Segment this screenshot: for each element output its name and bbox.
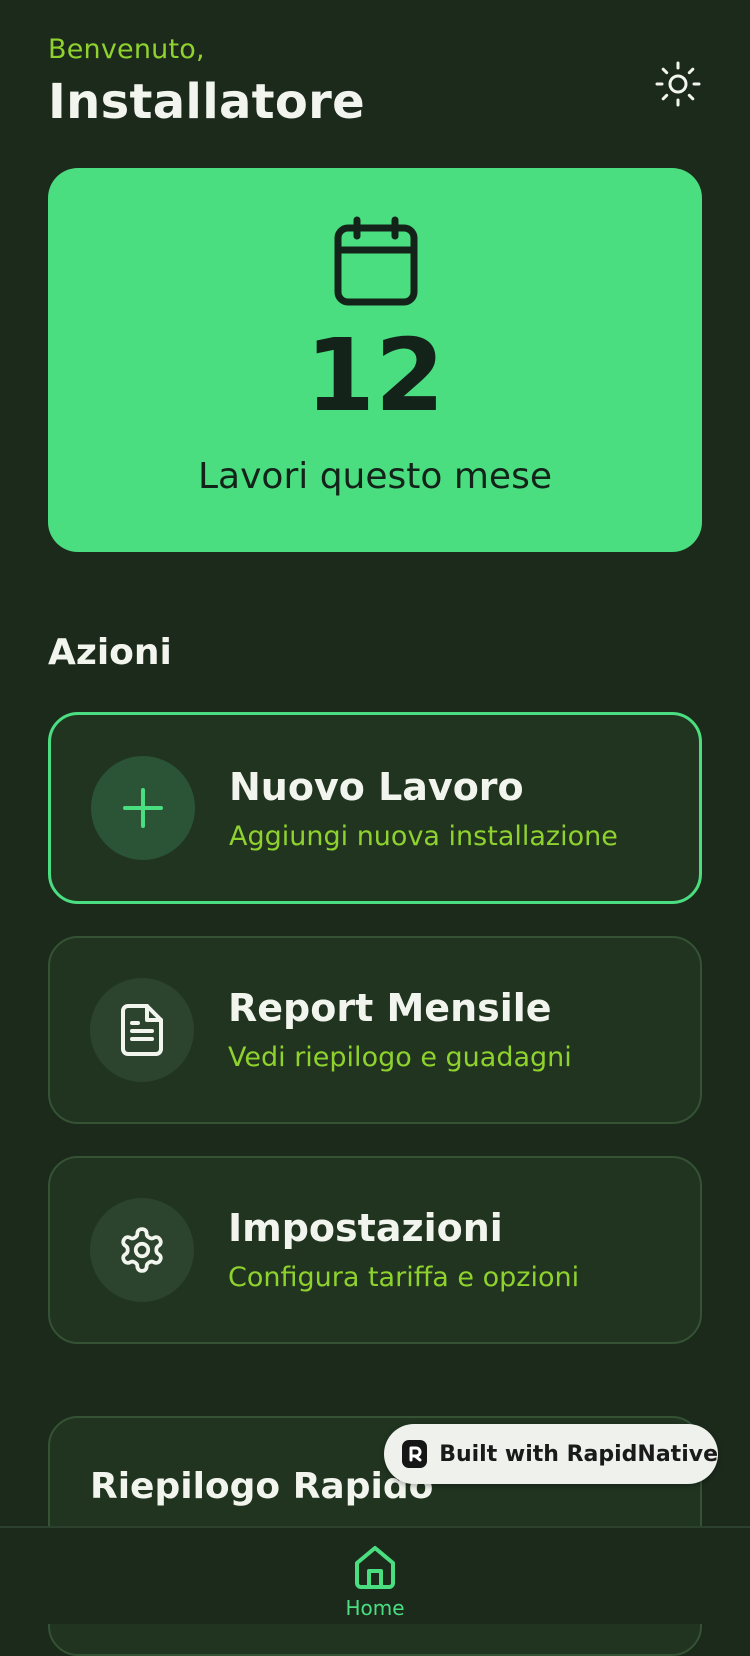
settings-title: Impostazioni <box>228 1206 503 1250</box>
calendar-icon <box>334 216 418 306</box>
rapidnative-badge-label: Built with RapidNative <box>439 1441 718 1467</box>
new-job-subtitle: Aggiungi nuova installazione <box>229 821 618 852</box>
actions-section-title: Azioni <box>48 632 172 673</box>
monthly-report-card[interactable]: Report Mensile Vedi riepilogo e guadagni <box>48 936 702 1124</box>
document-icon <box>121 1004 163 1056</box>
settings-subtitle: Configura tariffa e opzioni <box>228 1262 580 1293</box>
new-job-icon-circle <box>91 756 195 860</box>
monthly-report-subtitle: Vedi riepilogo e guadagni <box>228 1042 572 1073</box>
home-icon <box>355 1546 395 1589</box>
theme-toggle-button[interactable] <box>654 60 702 108</box>
gear-icon <box>121 1227 163 1273</box>
rapidnative-logo-icon <box>402 1440 428 1468</box>
quick-summary-title: Riepilogo Rapido <box>90 1466 434 1507</box>
new-job-card[interactable]: Nuovo Lavoro Aggiungi nuova installazion… <box>48 712 702 904</box>
sun-icon <box>655 61 701 107</box>
rapidnative-badge[interactable]: Built with RapidNative <box>384 1424 718 1484</box>
nav-home-tab[interactable]: Home <box>325 1528 425 1626</box>
new-job-title: Nuovo Lavoro <box>229 765 524 809</box>
page-title: Installatore <box>48 74 365 130</box>
welcome-text: Benvenuto, <box>48 34 205 65</box>
plus-icon <box>123 788 163 828</box>
settings-icon-circle <box>90 1198 194 1302</box>
jobs-count-label: Lavori questo mese <box>198 456 552 497</box>
monthly-report-title: Report Mensile <box>228 986 552 1030</box>
monthly-report-icon-circle <box>90 978 194 1082</box>
nav-home-label: Home <box>345 1596 405 1620</box>
bottom-nav: Home <box>0 1526 750 1624</box>
jobs-this-month-card: 12 Lavori questo mese <box>48 168 702 552</box>
jobs-count: 12 <box>305 317 445 434</box>
settings-card[interactable]: Impostazioni Configura tariffa e opzioni <box>48 1156 702 1344</box>
